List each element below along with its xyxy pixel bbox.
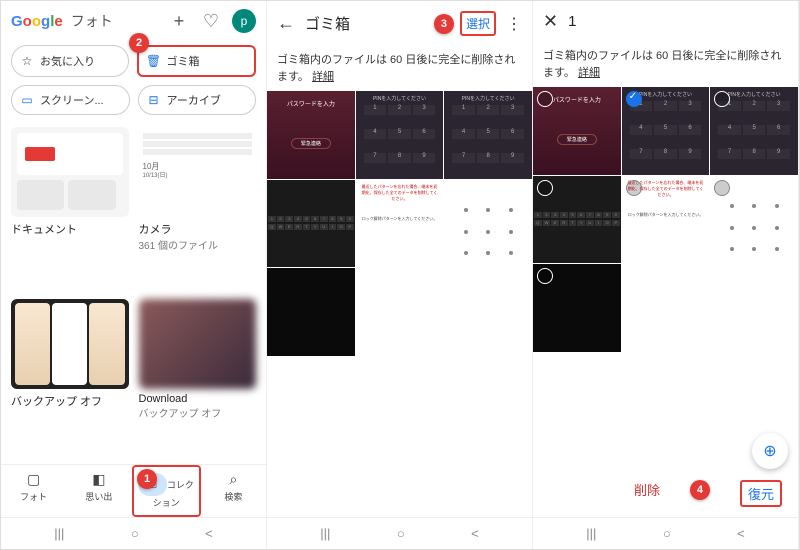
chip-archive[interactable]: ⊟ アーカイブ [138, 85, 257, 115]
zoom-icon: ⊕ [763, 441, 776, 461]
star-icon: ☆ [20, 54, 34, 68]
callout-3: 3 [434, 14, 454, 34]
avatar[interactable]: p [232, 9, 256, 33]
photo-icon: ▢ [3, 471, 64, 488]
trash-icon: 🗑 [147, 54, 161, 68]
system-nav: ||| ○ < [1, 517, 266, 549]
trash-header: ← ゴミ箱 3 選択 ⋮ [267, 1, 532, 46]
back-button[interactable]: < [205, 526, 213, 541]
trash-item[interactable]: パスワードを入力緊急連絡 [533, 87, 621, 175]
selection-header: ✕ 1 [533, 1, 798, 42]
back-arrow-icon[interactable]: ← [277, 13, 295, 34]
chip-label: ゴミ箱 [167, 53, 200, 69]
back-button[interactable]: < [471, 526, 479, 541]
trash-item[interactable]: 123456789 [356, 91, 444, 179]
trash-grid: パスワードを入力緊急連絡 123456789 123456789 1234567… [267, 91, 532, 356]
recents-button[interactable]: ||| [54, 526, 64, 541]
delete-button[interactable]: 削除 [634, 480, 660, 507]
details-link[interactable]: 詳細 [578, 67, 600, 79]
album-backup[interactable]: バックアップ オフ [11, 299, 129, 457]
system-nav: ||| ○ < [267, 517, 532, 549]
chip-favorites[interactable]: ☆ お気に入り [11, 45, 129, 77]
chip-label: お気に入り [40, 53, 95, 69]
system-nav: ||| ○ < [533, 517, 798, 549]
trash-info-text: ゴミ箱内のファイルは 60 日後に完全に削除されます。 詳細 [533, 42, 798, 87]
album-grid: ドキュメント 10月 10/13(日) カメラ 361 個のファイル バックアッ… [1, 119, 266, 464]
chip-screenshots[interactable]: ▭ スクリーン... [11, 85, 130, 115]
app-name: フォト [71, 11, 113, 31]
back-button[interactable]: < [737, 526, 745, 541]
album-camera[interactable]: 10月 10/13(日) カメラ 361 個のファイル [139, 127, 257, 289]
nav-search[interactable]: ⌕検索 [201, 465, 266, 517]
more-icon[interactable]: ⋮ [506, 14, 522, 34]
screenshot-icon: ▭ [20, 93, 34, 107]
home-button[interactable]: ○ [663, 526, 671, 541]
panel-trash-select: ✕ 1 ゴミ箱内のファイルは 60 日後に完全に削除されます。 詳細 パスワード… [533, 1, 799, 549]
trash-item[interactable]: 1234567890 QWERTYUIOP [533, 176, 621, 264]
nav-memories[interactable]: ◧思い出 [66, 465, 131, 517]
select-button[interactable]: 選択 [460, 11, 496, 36]
trash-title: ゴミ箱 [305, 13, 424, 34]
archive-icon: ⊟ [147, 93, 161, 107]
zoom-fab[interactable]: ⊕ [752, 433, 788, 469]
recents-button[interactable]: ||| [586, 526, 596, 541]
trash-item[interactable] [710, 176, 798, 264]
memories-icon: ◧ [68, 471, 129, 488]
action-bar: 削除 4 復元 [533, 470, 798, 517]
chip-label: スクリーン... [40, 92, 104, 108]
trash-item[interactable] [444, 180, 532, 268]
callout-4: 4 [690, 480, 710, 500]
add-icon[interactable]: + [168, 10, 190, 32]
close-icon[interactable]: ✕ [543, 11, 558, 32]
trash-item-selected[interactable]: 123456789 [622, 87, 710, 175]
restore-button[interactable]: 復元 [740, 480, 782, 507]
selection-count: 1 [568, 13, 788, 30]
callout-1: 1 [137, 469, 157, 489]
trash-item[interactable] [267, 268, 355, 356]
recents-button[interactable]: ||| [320, 526, 330, 541]
panel-collections: Google フォト + ♡ p 2 ☆ お気に入り 🗑 ゴミ箱 ▭ スクリーン… [1, 1, 267, 549]
panel-trash-browse: ← ゴミ箱 3 選択 ⋮ ゴミ箱内のファイルは 60 日後に完全に削除されます。… [267, 1, 533, 549]
nav-photos[interactable]: ▢フォト [1, 465, 66, 517]
trash-item[interactable]: 最近したパターンを忘れた場合、端末を初期化、保存した全てのデータを削除してくださ… [356, 180, 444, 268]
home-button[interactable]: ○ [397, 526, 405, 541]
details-link[interactable]: 詳細 [312, 71, 334, 83]
search-icon: ⌕ [203, 471, 264, 488]
google-logo: Google [11, 13, 63, 30]
trash-grid-select: パスワードを入力緊急連絡 123456789 123456789 1234567… [533, 87, 798, 352]
trash-item[interactable]: 123456789 [710, 87, 798, 175]
trash-info-text: ゴミ箱内のファイルは 60 日後に完全に削除されます。 詳細 [267, 46, 532, 91]
chip-trash[interactable]: 🗑 ゴミ箱 [137, 45, 257, 77]
bottom-nav: ▢フォト ◧思い出 ⌸コレクション ⌕検索 [1, 464, 266, 517]
album-download[interactable]: Download バックアップ オフ [139, 299, 257, 457]
callout-2: 2 [129, 33, 149, 53]
bell-icon[interactable]: ♡ [200, 10, 222, 32]
chip-label: アーカイブ [167, 92, 221, 108]
trash-item[interactable]: 123456789 [444, 91, 532, 179]
home-button[interactable]: ○ [131, 526, 139, 541]
trash-item[interactable]: 最近したパターンを忘れた場合、端末を初期化、保存した全てのデータを削除してくださ… [622, 176, 710, 264]
trash-item[interactable] [533, 264, 621, 352]
trash-item[interactable]: パスワードを入力緊急連絡 [267, 91, 355, 179]
trash-item[interactable]: 1234567890 QWERTYUIOP [267, 180, 355, 268]
album-documents[interactable]: ドキュメント [11, 127, 129, 289]
